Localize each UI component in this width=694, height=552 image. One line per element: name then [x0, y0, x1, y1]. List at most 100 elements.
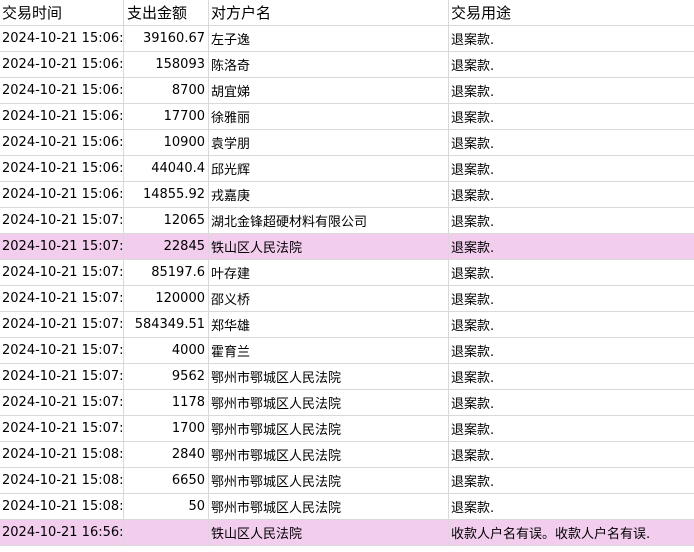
cell-time[interactable]: 2024-10-21 15:08:14	[0, 468, 124, 493]
cell-purpose[interactable]: 退案款.	[449, 494, 694, 519]
cell-purpose[interactable]: 退案款.	[449, 130, 694, 155]
cell-payee[interactable]: 徐雅丽	[209, 104, 449, 129]
table-row[interactable]: 2024-10-21 15:07:591700鄂州市鄂城区人民法院退案款.	[0, 416, 694, 442]
cell-time[interactable]: 2024-10-21 15:07:37	[0, 338, 124, 363]
cell-time[interactable]: 2024-10-21 15:07:09	[0, 234, 124, 259]
cell-amount[interactable]: 8700	[124, 78, 209, 103]
header-cell-time[interactable]: 交易时间	[0, 0, 124, 25]
cell-purpose[interactable]: 退案款.	[449, 286, 694, 311]
cell-purpose[interactable]: 退案款.	[449, 390, 694, 415]
cell-time[interactable]: 2024-10-21 15:06:47	[0, 156, 124, 181]
cell-time[interactable]: 2024-10-21 15:07:24	[0, 286, 124, 311]
cell-purpose[interactable]: 退案款.	[449, 416, 694, 441]
cell-purpose[interactable]: 退案款.	[449, 468, 694, 493]
cell-amount[interactable]: 12065	[124, 208, 209, 233]
cell-amount[interactable]: 584349.51	[124, 312, 209, 337]
table-row[interactable]: 2024-10-21 15:06:3810900袁学朋退案款.	[0, 130, 694, 156]
cell-payee[interactable]: 鄂州市鄂城区人民法院	[209, 416, 449, 441]
cell-amount[interactable]: 17700	[124, 104, 209, 129]
cell-payee[interactable]: 鄂州市鄂城区人民法院	[209, 442, 449, 467]
cell-payee[interactable]: 戎嘉庚	[209, 182, 449, 207]
cell-time[interactable]: 2024-10-21 16:56:30	[0, 520, 124, 545]
cell-amount[interactable]: 85197.6	[124, 260, 209, 285]
cell-purpose[interactable]: 退案款.	[449, 208, 694, 233]
table-row[interactable]: 2024-10-21 15:07:1785197.6叶存建退案款.	[0, 260, 694, 286]
cell-amount[interactable]: 1700	[124, 416, 209, 441]
cell-amount[interactable]: 2840	[124, 442, 209, 467]
cell-amount[interactable]	[124, 520, 209, 545]
table-row[interactable]: 2024-10-21 15:06:218700胡宜娣退案款.	[0, 78, 694, 104]
header-cell-purpose[interactable]: 交易用途	[449, 0, 694, 25]
cell-amount[interactable]: 158093	[124, 52, 209, 77]
cell-time[interactable]: 2024-10-21 15:06:21	[0, 78, 124, 103]
cell-purpose[interactable]: 收款人户名有误。收款人户名有误.	[449, 520, 694, 545]
table-row[interactable]: 2024-10-21 15:08:072840鄂州市鄂城区人民法院退案款.	[0, 442, 694, 468]
cell-amount[interactable]: 22845	[124, 234, 209, 259]
cell-payee[interactable]: 铁山区人民法院	[209, 520, 449, 545]
cell-time[interactable]: 2024-10-21 15:07:17	[0, 260, 124, 285]
cell-purpose[interactable]: 退案款.	[449, 182, 694, 207]
table-row[interactable]: 2024-10-21 16:56:30 铁山区人民法院收款人户名有误。收款人户名有…	[0, 520, 694, 546]
cell-payee[interactable]: 铁山区人民法院	[209, 234, 449, 259]
cell-amount[interactable]: 14855.92	[124, 182, 209, 207]
cell-payee[interactable]: 鄂州市鄂城区人民法院	[209, 468, 449, 493]
table-row[interactable]: 2024-10-21 15:07:521178鄂州市鄂城区人民法院退案款.	[0, 390, 694, 416]
table-row[interactable]: 2024-10-21 15:07:0212065湖北金锋超硬材料有限公司退案款.	[0, 208, 694, 234]
cell-amount[interactable]: 4000	[124, 338, 209, 363]
cell-time[interactable]: 2024-10-21 15:06:13	[0, 52, 124, 77]
table-row[interactable]: 2024-10-21 15:08:2150鄂州市鄂城区人民法院退案款.	[0, 494, 694, 520]
cell-payee[interactable]: 陈洛奇	[209, 52, 449, 77]
cell-amount[interactable]: 44040.4	[124, 156, 209, 181]
cell-purpose[interactable]: 退案款.	[449, 338, 694, 363]
cell-payee[interactable]: 胡宜娣	[209, 78, 449, 103]
cell-payee[interactable]: 郑华雄	[209, 312, 449, 337]
cell-time[interactable]: 2024-10-21 15:08:21	[0, 494, 124, 519]
header-cell-amount[interactable]: 支出金额	[124, 0, 209, 25]
cell-amount[interactable]: 120000	[124, 286, 209, 311]
table-row[interactable]: 2024-10-21 15:07:374000霍育兰退案款.	[0, 338, 694, 364]
table-row[interactable]: 2024-10-21 15:07:0922845铁山区人民法院退案款.	[0, 234, 694, 260]
cell-purpose[interactable]: 退案款.	[449, 52, 694, 77]
cell-payee[interactable]: 叶存建	[209, 260, 449, 285]
cell-payee[interactable]: 湖北金锋超硬材料有限公司	[209, 208, 449, 233]
cell-time[interactable]: 2024-10-21 15:07:02	[0, 208, 124, 233]
cell-payee[interactable]: 鄂州市鄂城区人民法院	[209, 494, 449, 519]
cell-purpose[interactable]: 退案款.	[449, 104, 694, 129]
cell-payee[interactable]: 邵义桥	[209, 286, 449, 311]
cell-time[interactable]: 2024-10-21 15:06:05	[0, 26, 124, 51]
cell-time[interactable]: 2024-10-21 15:08:07	[0, 442, 124, 467]
cell-amount[interactable]: 50	[124, 494, 209, 519]
cell-purpose[interactable]: 退案款.	[449, 234, 694, 259]
cell-purpose[interactable]: 退案款.	[449, 260, 694, 285]
cell-amount[interactable]: 39160.67	[124, 26, 209, 51]
cell-amount[interactable]: 6650	[124, 468, 209, 493]
cell-amount[interactable]: 1178	[124, 390, 209, 415]
cell-time[interactable]: 2024-10-21 15:07:44	[0, 364, 124, 389]
cell-payee[interactable]: 邱光辉	[209, 156, 449, 181]
cell-purpose[interactable]: 退案款.	[449, 156, 694, 181]
cell-time[interactable]: 2024-10-21 15:06:29	[0, 104, 124, 129]
cell-purpose[interactable]: 退案款.	[449, 26, 694, 51]
cell-purpose[interactable]: 退案款.	[449, 364, 694, 389]
table-row[interactable]: 2024-10-21 15:06:5514855.92戎嘉庚退案款.	[0, 182, 694, 208]
table-row[interactable]: 2024-10-21 15:06:13158093陈洛奇退案款.	[0, 52, 694, 78]
cell-time[interactable]: 2024-10-21 15:06:55	[0, 182, 124, 207]
cell-time[interactable]: 2024-10-21 15:07:30	[0, 312, 124, 337]
cell-purpose[interactable]: 退案款.	[449, 78, 694, 103]
table-row[interactable]: 2024-10-21 15:06:2917700徐雅丽退案款.	[0, 104, 694, 130]
cell-purpose[interactable]: 退案款.	[449, 312, 694, 337]
cell-payee[interactable]: 鄂州市鄂城区人民法院	[209, 364, 449, 389]
spreadsheet-grid[interactable]: 交易时间 支出金额 对方户名 交易用途 2024-10-21 15:06:053…	[0, 0, 694, 552]
cell-time[interactable]: 2024-10-21 15:06:38	[0, 130, 124, 155]
cell-payee[interactable]: 左子逸	[209, 26, 449, 51]
table-row[interactable]: 2024-10-21 15:06:4744040.4邱光辉退案款.	[0, 156, 694, 182]
cell-payee[interactable]: 霍育兰	[209, 338, 449, 363]
table-row[interactable]: 2024-10-21 15:06:0539160.67左子逸退案款.	[0, 26, 694, 52]
cell-time[interactable]: 2024-10-21 15:07:52	[0, 390, 124, 415]
cell-time[interactable]: 2024-10-21 15:07:59	[0, 416, 124, 441]
cell-payee[interactable]: 鄂州市鄂城区人民法院	[209, 390, 449, 415]
table-row[interactable]: 2024-10-21 15:07:449562鄂州市鄂城区人民法院退案款.	[0, 364, 694, 390]
cell-amount[interactable]: 10900	[124, 130, 209, 155]
table-row[interactable]: 2024-10-21 15:07:30584349.51郑华雄退案款.	[0, 312, 694, 338]
cell-purpose[interactable]: 退案款.	[449, 442, 694, 467]
